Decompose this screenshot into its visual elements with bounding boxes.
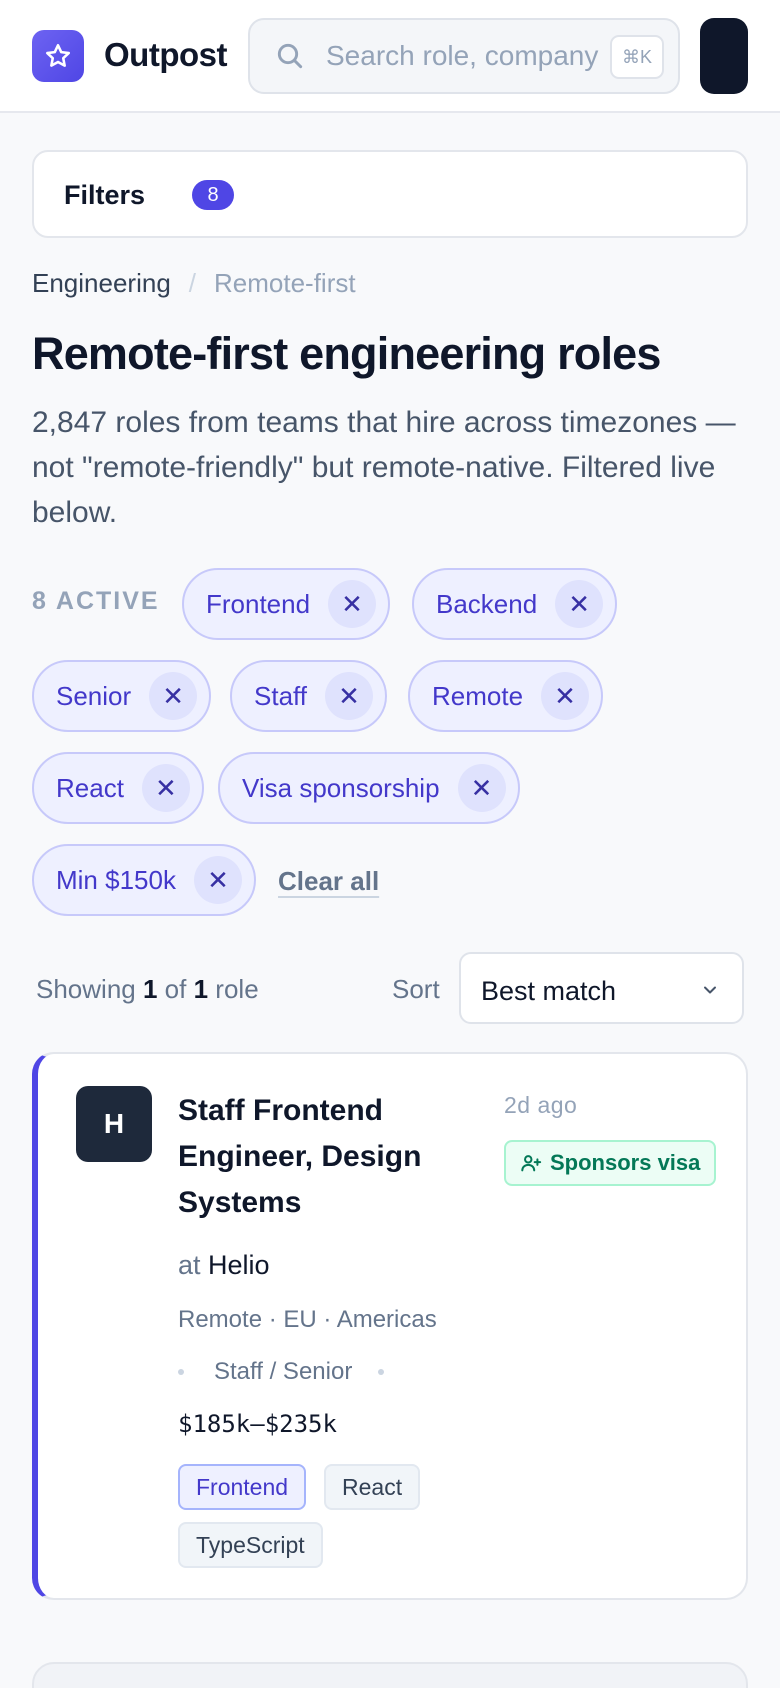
filters-toggle[interactable]: Filters 8 (32, 150, 748, 238)
skill-tag: TypeScript (178, 1522, 323, 1568)
filters-count-badge: 8 (192, 180, 234, 210)
filter-chip-staff: Staff ✕ (230, 660, 388, 732)
chip-label: Senior (56, 680, 132, 711)
shortcut-hint: ⌘K (610, 35, 664, 79)
skill-tag: React (324, 1464, 421, 1510)
search-box[interactable]: ⌘K (248, 18, 680, 94)
breadcrumb-separator: / (188, 268, 197, 298)
job-card[interactable]: H Staff Frontend Engineer, Design System… (32, 1052, 748, 1600)
results-count: Showing 1 of 1 role (36, 974, 259, 1004)
remove-filter-icon[interactable]: ✕ (457, 764, 506, 812)
skill-tag: Frontend (178, 1464, 307, 1510)
clear-all-link[interactable]: Clear all (278, 866, 379, 897)
remove-filter-icon[interactable]: ✕ (141, 764, 190, 812)
company-line: at Helio (178, 1250, 270, 1280)
brand-name: Outpost (104, 36, 227, 73)
chip-label: Min $150k (56, 864, 176, 895)
chip-label: React (56, 772, 124, 803)
breadcrumb: Engineering / Remote-first (32, 268, 356, 299)
chip-label: Visa sponsorship (242, 772, 440, 803)
filter-chip-visa-sponsorship: Visa sponsorship ✕ (218, 752, 520, 824)
page-description: 2,847 roles from teams that hire across … (32, 406, 736, 529)
job-location: Remote · EU · Americas (178, 1306, 437, 1333)
job-level-row: Staff / Senior (178, 1358, 385, 1386)
job-title[interactable]: Staff Frontend Engineer, Design Systems (178, 1088, 448, 1226)
search-input[interactable] (326, 34, 626, 78)
sort-label: Sort (392, 974, 440, 1004)
filter-chip-backend: Backend ✕ (412, 568, 618, 640)
chip-label: Remote (432, 680, 524, 711)
filter-chip-remote: Remote ✕ (408, 660, 604, 732)
next-job-card[interactable] (32, 1662, 748, 1688)
remove-filter-icon[interactable]: ✕ (325, 672, 374, 720)
brand-logo[interactable] (32, 30, 84, 82)
separator-dot (378, 1369, 385, 1375)
active-filters-label: 8 ACTIVE (32, 587, 160, 615)
top-bar: Outpost ⌘K (0, 0, 780, 113)
breadcrumb-engineering[interactable]: Engineering (32, 268, 171, 299)
posted-time: 2d ago (504, 1092, 578, 1118)
job-salary: $185k–$235k (178, 1410, 337, 1438)
star-icon (45, 43, 71, 67)
filters-label: Filters (64, 180, 146, 210)
chip-label: Frontend (206, 588, 311, 619)
sort-select[interactable]: Best match (459, 952, 744, 1024)
remove-filter-icon[interactable]: ✕ (541, 672, 590, 720)
user-plus-icon (521, 1155, 542, 1172)
chip-label: Backend (436, 588, 538, 619)
company-logo: H (76, 1086, 152, 1162)
chip-label: Staff (254, 680, 308, 711)
chevron-down-icon (704, 986, 716, 994)
remove-filter-icon[interactable]: ✕ (555, 580, 604, 628)
visa-badge: Sponsors visa (504, 1140, 716, 1186)
filter-chip-react: React ✕ (32, 752, 204, 824)
filter-chip-senior: Senior ✕ (32, 660, 212, 732)
remove-filter-icon[interactable]: ✕ (328, 580, 377, 628)
company-name[interactable]: Helio (208, 1250, 270, 1280)
search-icon (277, 43, 303, 69)
filter-chip-frontend: Frontend ✕ (182, 568, 391, 640)
visa-badge-label: Sponsors visa (550, 1150, 701, 1175)
page-title: Remote-first engineering roles (32, 328, 661, 379)
account-button[interactable] (700, 18, 748, 94)
separator-dot (178, 1369, 184, 1375)
job-level: Staff / Senior (214, 1358, 353, 1385)
remove-filter-icon[interactable]: ✕ (149, 672, 198, 720)
sort-value: Best match (481, 976, 617, 1006)
filter-chip-min-salary: Min $150k ✕ (32, 844, 256, 916)
remove-filter-icon[interactable]: ✕ (193, 856, 242, 904)
breadcrumb-current: Remote-first (214, 268, 356, 298)
